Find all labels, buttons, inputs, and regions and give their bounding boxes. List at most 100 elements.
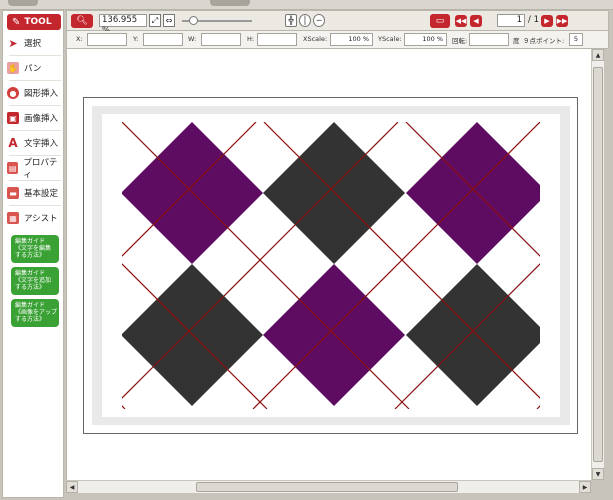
book-view-button[interactable]: ▭ xyxy=(430,14,450,28)
guide-button-edit-text[interactable]: 編集ガイド 《文字を編集 する方法》 xyxy=(11,235,59,263)
horizontal-guide-icon[interactable]: ─ xyxy=(313,14,325,27)
top-strip xyxy=(0,0,613,10)
image-icon: ▣ xyxy=(7,112,19,124)
grid-toggle-icon[interactable]: ╬ xyxy=(285,14,297,27)
guide-button-add-text[interactable]: 編集ガイド 《文字を追加 する方法》 xyxy=(11,267,59,295)
sidebar-item-shape[interactable]: ● 図形挿入 xyxy=(7,83,63,103)
book-icon: ▭ xyxy=(435,16,445,26)
divider xyxy=(9,205,61,206)
zoom-input[interactable]: 136.955 % xyxy=(99,14,147,36)
sidebar-item-image[interactable]: ▣ 画像挿入 xyxy=(7,108,63,128)
guide-line: する方法》 xyxy=(15,252,46,259)
argyle-diamond[interactable] xyxy=(263,122,405,264)
argyle-line xyxy=(548,122,560,409)
y-label: Y: xyxy=(133,35,139,43)
scroll-down-icon[interactable]: ▼ xyxy=(592,468,604,480)
sidebar-item-assist[interactable]: ▦ アシスト xyxy=(7,208,63,228)
guide-line: 編集ガイド xyxy=(15,302,46,309)
top-tab[interactable] xyxy=(8,0,38,6)
sidebar-item-label: 画像挿入 xyxy=(24,114,59,124)
guide-line: する方法》 xyxy=(15,316,46,323)
fit-page-icon[interactable]: ⤢ xyxy=(149,14,161,27)
argyle-artwork[interactable] xyxy=(102,114,560,417)
hand-icon: ✋ xyxy=(7,62,19,74)
w-field[interactable] xyxy=(201,33,241,46)
divider xyxy=(9,130,61,131)
x-label: X: xyxy=(76,35,83,43)
divider xyxy=(9,180,61,181)
vertical-scrollbar[interactable]: ▲ ▼ xyxy=(591,49,604,480)
sidebar-item-label: 選択 xyxy=(24,39,42,49)
tool-header-label: TOOL xyxy=(24,17,52,27)
sidebar-item-settings[interactable]: ▬ 基本設定 xyxy=(7,183,63,203)
yscale-field[interactable]: 100 % xyxy=(404,33,447,46)
guide-line: 編集ガイド xyxy=(15,270,46,277)
page-total: / 1 xyxy=(528,15,539,25)
page-sheet xyxy=(92,106,570,425)
argyle-diamond[interactable] xyxy=(121,264,263,406)
zoom-slider-thumb[interactable] xyxy=(189,16,198,25)
guide-button-upload-image[interactable]: 編集ガイド 《画像をアップ する方法》 xyxy=(11,299,59,327)
w-label: W: xyxy=(188,35,197,43)
argyle-diamond[interactable] xyxy=(121,122,263,264)
scroll-up-icon[interactable]: ▲ xyxy=(592,49,604,61)
sidebar-item-label: 図形挿入 xyxy=(24,89,59,99)
divider xyxy=(9,55,61,56)
settings-icon: ▬ xyxy=(7,187,19,199)
fit-width-icon[interactable]: ⇔ xyxy=(163,14,175,27)
sidebar-item-label: 基本設定 xyxy=(24,189,59,199)
next-page-icon: ▶ xyxy=(544,17,550,25)
yscale-label: YScale: xyxy=(378,35,402,43)
last-page-button[interactable]: ▶▶ xyxy=(556,15,568,27)
horizontal-scrollbar[interactable]: ◀ ▶ xyxy=(66,480,591,493)
magnifier-icon: 🔍︎ xyxy=(76,16,88,26)
zoom-button[interactable]: 🔍︎ xyxy=(71,14,93,28)
snap-label: ９点ポイント: xyxy=(523,37,565,45)
sidebar-item-properties[interactable]: ▤ プロパティ xyxy=(7,158,63,180)
page-number-input[interactable]: 1 xyxy=(497,14,525,27)
arrow-cursor-icon: ➤ xyxy=(8,36,18,50)
shape-icon: ● xyxy=(7,87,19,99)
vertical-scroll-thumb[interactable] xyxy=(593,67,603,462)
scroll-left-icon[interactable]: ◀ xyxy=(66,481,78,493)
rotate-label: 回転: xyxy=(452,37,468,45)
tool-sidebar: ✎ TOOL ➤ 選択 ✋ パン ● 図形挿入 ▣ 画像挿入 A 文字挿入 ▤ xyxy=(2,10,64,498)
edit-canvas[interactable] xyxy=(66,49,591,480)
h-field[interactable] xyxy=(257,33,297,46)
xscale-field[interactable]: 100 % xyxy=(330,33,373,46)
xscale-label: XScale: xyxy=(303,35,328,43)
guide-line: 編集ガイド xyxy=(15,238,46,245)
rotate-field[interactable] xyxy=(469,33,509,46)
h-label: H: xyxy=(247,35,255,43)
sidebar-item-text[interactable]: A 文字挿入 xyxy=(7,133,63,153)
sidebar-item-label: プロパティ xyxy=(23,158,58,180)
vertical-guide-icon[interactable]: │ xyxy=(299,14,311,27)
prev-page-button[interactable]: ◀ xyxy=(470,15,482,27)
divider xyxy=(9,80,61,81)
guide-line: 《文字を編集 xyxy=(15,245,52,252)
page-frame xyxy=(83,97,578,434)
argyle-diamond[interactable] xyxy=(263,264,405,406)
transform-toolbar: X: Y: W: H: XScale: 100 % YScale: 100 % … xyxy=(66,31,609,49)
argyle-line xyxy=(102,122,114,409)
degree-label: 度 xyxy=(513,37,520,45)
horizontal-scroll-thumb[interactable] xyxy=(196,482,458,492)
editor-window: ✎ TOOL ➤ 選択 ✋ パン ● 図形挿入 ▣ 画像挿入 A 文字挿入 ▤ xyxy=(0,0,613,500)
first-page-icon: ◀◀ xyxy=(455,17,467,25)
x-field[interactable] xyxy=(87,33,127,46)
next-page-button[interactable]: ▶ xyxy=(541,15,553,27)
wrench-icon: ✎ xyxy=(12,16,21,28)
main-toolbar: 🔍︎ 136.955 % ⤢ ⇔ ╬ │ ─ ▭ ◀◀ ◀ 1 / 1 ▶ ▶▶ xyxy=(66,10,609,36)
tool-header: ✎ TOOL xyxy=(7,14,61,30)
sidebar-item-pan[interactable]: ✋ パン xyxy=(7,58,63,78)
top-tab[interactable] xyxy=(210,0,250,6)
sidebar-item-select[interactable]: ➤ 選択 xyxy=(7,33,63,53)
first-page-button[interactable]: ◀◀ xyxy=(455,15,467,27)
divider xyxy=(9,105,61,106)
assist-icon: ▦ xyxy=(7,212,19,224)
snap-field[interactable]: 5 xyxy=(569,33,583,46)
sidebar-item-label: アシスト xyxy=(24,214,58,224)
scroll-right-icon[interactable]: ▶ xyxy=(579,481,591,493)
guide-line: 《画像をアップ xyxy=(15,309,58,316)
y-field[interactable] xyxy=(143,33,183,46)
